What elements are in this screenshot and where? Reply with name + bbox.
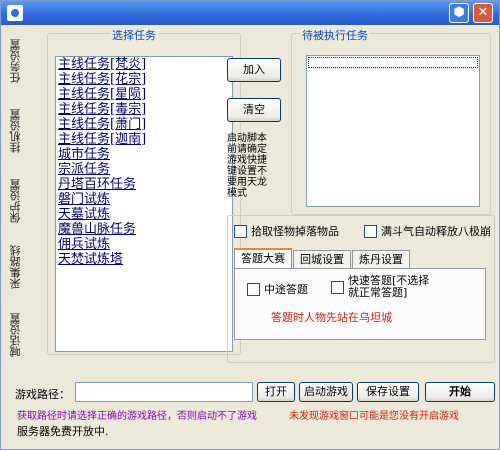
task-item[interactable]: 主线任务[星陨] bbox=[56, 87, 232, 102]
task-item[interactable]: 主线任务[毒宗] bbox=[56, 102, 232, 117]
task-item[interactable]: 磐门试炼 bbox=[56, 192, 232, 207]
halfway-quiz-label: 中途答题 bbox=[264, 283, 308, 296]
main-panel: 选择任务 主线任务[梵炎] 主线任务[花宗] 主线任务[星陨] 主线任务[毒宗] 主线任… bbox=[29, 25, 495, 377]
task-item[interactable]: 主线任务[梵炎] bbox=[56, 57, 232, 72]
task-item[interactable]: 佣兵试炼 bbox=[56, 237, 232, 252]
auto-skill-label: 满斗气自动释放八极崩 bbox=[381, 225, 491, 238]
bottom-bar: 游戏路径： 打开 启动游戏 保存设置 开始 获取路径时请选择正确的游戏路径，否则… bbox=[1, 377, 499, 449]
main-window: ⬢ ✕ 任务设置 挂机设置 保护设置 采集路线 喊话设置 选择任务 主线任务[梵… bbox=[0, 0, 500, 450]
task-list[interactable]: 主线任务[梵炎] 主线任务[花宗] 主线任务[星陨] 主线任务[毒宗] 主线任务[萧门]… bbox=[55, 56, 233, 352]
halfway-quiz-checkbox[interactable]: 中途答题 bbox=[247, 281, 308, 297]
shield-icon[interactable]: ⬢ bbox=[449, 3, 469, 23]
side-tab-strip: 任务设置 挂机设置 保护设置 采集路线 喊话设置 bbox=[3, 25, 29, 375]
close-icon[interactable]: ✕ bbox=[473, 3, 493, 23]
tab-return-city[interactable]: 回城设置 bbox=[293, 250, 351, 269]
path-label: 游戏路径： bbox=[15, 388, 70, 401]
begin-button[interactable]: 开始 bbox=[425, 382, 495, 402]
task-item[interactable]: 宗派任务 bbox=[56, 162, 232, 177]
task-item[interactable]: 天墓试炼 bbox=[56, 207, 232, 222]
clear-button[interactable]: 清空 bbox=[227, 98, 281, 122]
select-task-group: 选择任务 主线任务[梵炎] 主线任务[花宗] 主线任务[星陨] 主线任务[毒宗] 主线任… bbox=[47, 27, 241, 355]
pending-task-group: 待被执行任务 bbox=[291, 27, 491, 215]
app-icon bbox=[7, 5, 23, 21]
path-warning: 获取路径时请选择正确的游戏路径，否则启动不了游戏 bbox=[17, 411, 257, 422]
shortcut-note: 启动脚本前请确定游戏快捷键设置不要用天龙模式 bbox=[227, 133, 267, 199]
window-warning: 未发现游戏窗口可能是您没有开启游戏 bbox=[289, 411, 459, 422]
tab-alchemy[interactable]: 炼丹设置 bbox=[352, 250, 410, 269]
option-tabbar: 答题大赛 回城设置 炼丹设置 bbox=[234, 248, 411, 270]
task-item[interactable]: 主线任务[萧门] bbox=[56, 117, 232, 132]
select-task-title: 选择任务 bbox=[110, 27, 158, 43]
side-tab-shout[interactable]: 喊话设置 bbox=[7, 305, 25, 365]
list-focus-row bbox=[308, 57, 478, 68]
options-group: 拾取怪物掉落物品 满斗气自动释放八极崩 答题大赛 回城设置 炼丹设置 中途答题 … bbox=[227, 215, 495, 363]
quiz-panel: 中途答题 快速答题[不选择就正常答题] 答题时人物先站在乌坦城 bbox=[234, 268, 486, 340]
add-button[interactable]: 加入 bbox=[227, 58, 281, 82]
task-item[interactable]: 丹塔百环任务 bbox=[56, 177, 232, 192]
side-tab-route[interactable]: 采集路线 bbox=[7, 237, 25, 297]
start-game-button[interactable]: 启动游戏 bbox=[299, 382, 353, 402]
quick-quiz-checkbox[interactable]: 快速答题[不选择就正常答题] bbox=[331, 275, 440, 299]
save-settings-button[interactable]: 保存设置 bbox=[357, 382, 419, 402]
tab-quiz[interactable]: 答题大赛 bbox=[234, 248, 292, 270]
side-tab-task[interactable]: 任务设置 bbox=[7, 31, 25, 91]
game-path-input[interactable] bbox=[75, 382, 253, 402]
task-item[interactable]: 天焚试炼塔 bbox=[56, 252, 232, 267]
side-tab-idle[interactable]: 挂机设置 bbox=[7, 101, 25, 161]
open-button[interactable]: 打开 bbox=[257, 382, 295, 402]
quick-quiz-label: 快速答题[不选择就正常答题] bbox=[348, 274, 430, 299]
task-item[interactable]: 魔兽山脉任务 bbox=[56, 222, 232, 237]
pickup-label: 拾取怪物掉落物品 bbox=[251, 225, 339, 238]
pending-task-title: 待被执行任务 bbox=[300, 27, 370, 43]
pending-task-list[interactable] bbox=[306, 55, 480, 207]
pickup-checkbox[interactable]: 拾取怪物掉落物品 bbox=[234, 223, 339, 239]
task-item[interactable]: 主线任务[花宗] bbox=[56, 72, 232, 87]
quiz-hint: 答题时人物先站在乌坦城 bbox=[271, 311, 392, 324]
auto-skill-checkbox[interactable]: 满斗气自动释放八极崩 bbox=[364, 223, 491, 239]
task-item[interactable]: 主线任务[迦南] bbox=[56, 132, 232, 147]
side-tab-protect[interactable]: 保护设置 bbox=[7, 171, 25, 231]
title-bar[interactable]: ⬢ ✕ bbox=[1, 1, 499, 25]
server-note: 服务器免费开放中. bbox=[17, 425, 109, 438]
task-item[interactable]: 城市任务 bbox=[56, 147, 232, 162]
